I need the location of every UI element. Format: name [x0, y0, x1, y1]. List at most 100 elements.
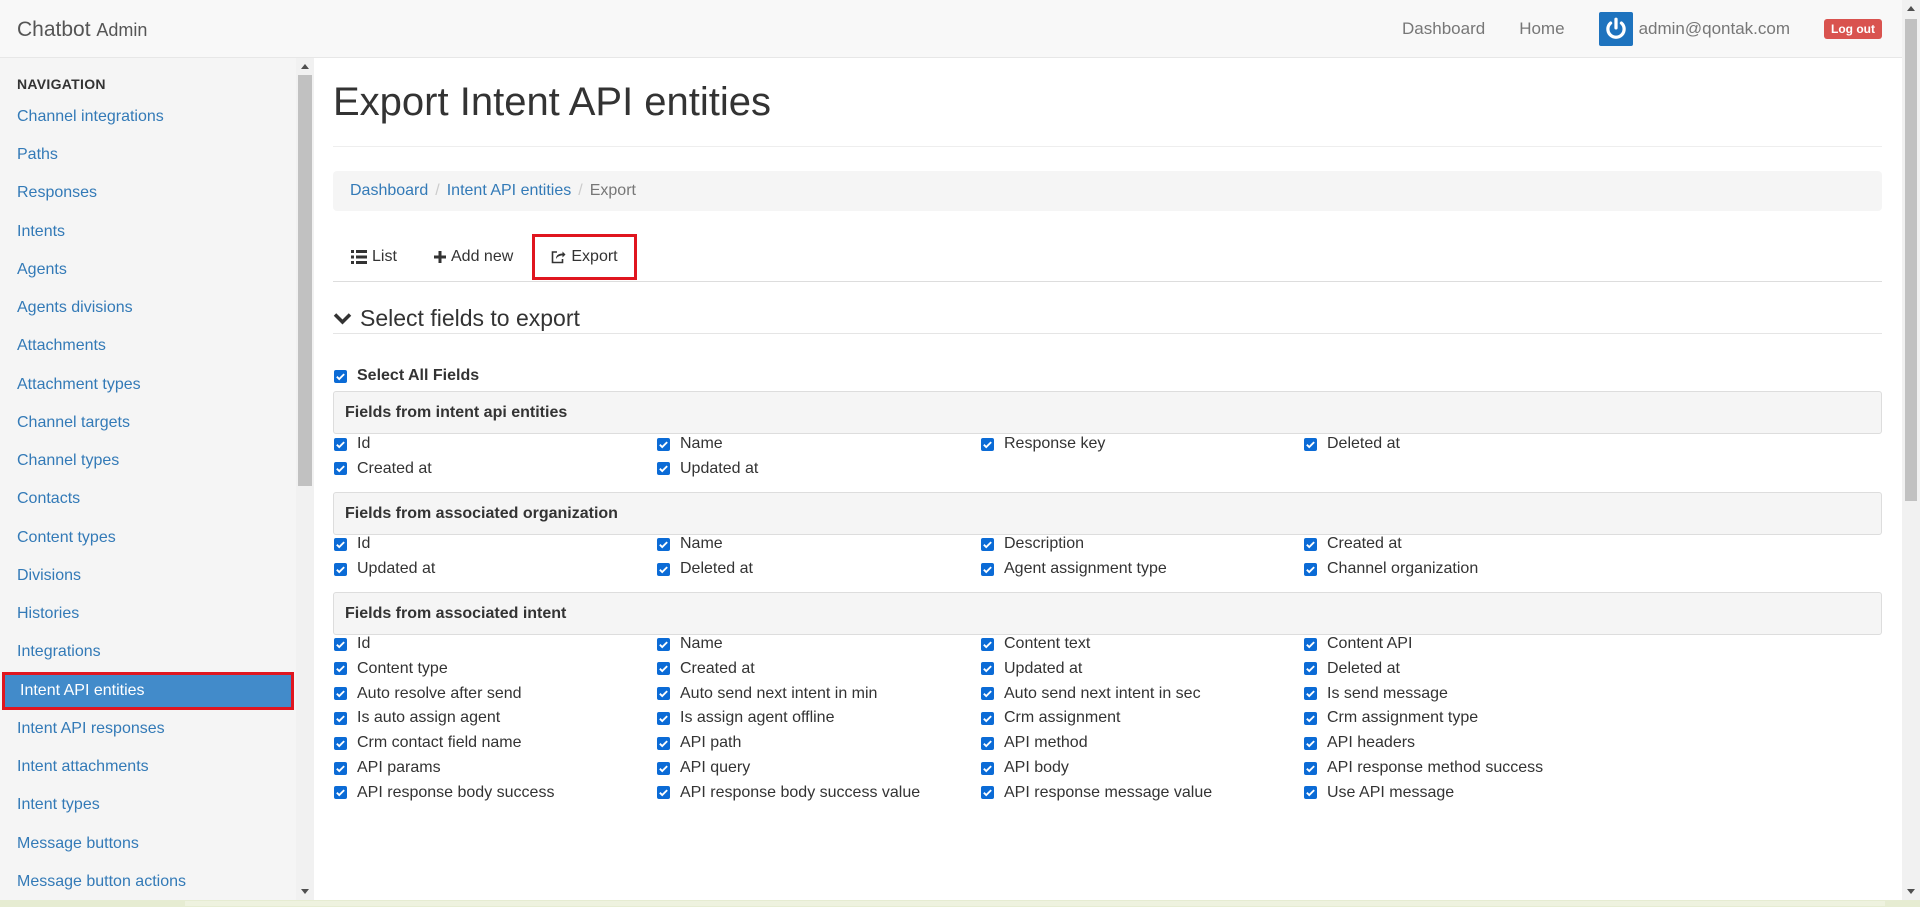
select-fields-toggle[interactable]: Select fields to export	[333, 303, 1882, 334]
field-checkbox[interactable]	[981, 687, 994, 701]
field-auto-send-next-intent-in-sec[interactable]: Auto send next intent in sec	[981, 685, 1201, 703]
field-updated-at[interactable]: Updated at	[981, 660, 1082, 678]
field-checkbox[interactable]	[1304, 761, 1317, 775]
brand[interactable]: Chatbot Admin	[17, 18, 147, 42]
field-checkbox[interactable]	[981, 537, 994, 551]
field-checkbox[interactable]	[657, 437, 670, 451]
field-created-at[interactable]: Created at	[1304, 535, 1402, 553]
field-checkbox[interactable]	[1304, 786, 1317, 800]
field-created-at[interactable]: Created at	[334, 460, 432, 478]
field-api-query[interactable]: API query	[657, 759, 750, 777]
field-deleted-at[interactable]: Deleted at	[1304, 435, 1400, 453]
field-checkbox[interactable]	[334, 662, 347, 676]
sidebar-item-contacts[interactable]: Contacts	[0, 480, 296, 518]
sidebar-item-responses[interactable]: Responses	[0, 174, 296, 212]
field-api-response-method-success[interactable]: API response method success	[1304, 759, 1543, 777]
horizontal-scrollbar[interactable]	[0, 900, 1920, 907]
field-checkbox[interactable]	[334, 462, 347, 475]
field-checkbox[interactable]	[981, 562, 994, 576]
scroll-down-arrow-icon[interactable]	[1907, 889, 1915, 894]
sidebar-item-message-button-actions[interactable]: Message button actions	[0, 863, 296, 900]
field-checkbox[interactable]	[334, 437, 347, 451]
field-name[interactable]: Name	[657, 635, 723, 653]
field-description[interactable]: Description	[981, 535, 1084, 553]
field-content-text[interactable]: Content text	[981, 635, 1090, 653]
field-api-headers[interactable]: API headers	[1304, 734, 1415, 752]
field-checkbox[interactable]	[334, 711, 347, 725]
field-checkbox[interactable]	[334, 537, 347, 551]
field-updated-at[interactable]: Updated at	[657, 460, 758, 478]
field-is-send-message[interactable]: Is send message	[1304, 685, 1448, 703]
sidebar-item-channel-targets[interactable]: Channel targets	[0, 404, 296, 442]
field-checkbox[interactable]	[657, 786, 670, 800]
field-checkbox[interactable]	[657, 662, 670, 676]
breadcrumb-intent-api-entities[interactable]: Intent API entities	[447, 182, 572, 200]
field-checkbox[interactable]	[1304, 637, 1317, 651]
user-email[interactable]: admin@qontak.com	[1639, 19, 1790, 39]
field-checkbox[interactable]	[334, 687, 347, 701]
field-checkbox[interactable]	[1304, 437, 1317, 451]
field-updated-at[interactable]: Updated at	[334, 560, 435, 578]
field-checkbox[interactable]	[657, 562, 670, 576]
sidebar-item-divisions[interactable]: Divisions	[0, 557, 296, 595]
field-checkbox[interactable]	[334, 637, 347, 651]
sidebar-item-intent-types[interactable]: Intent types	[0, 786, 296, 824]
scroll-up-arrow-icon[interactable]	[1907, 6, 1915, 11]
field-checkbox[interactable]	[657, 637, 670, 651]
field-is-auto-assign-agent[interactable]: Is auto assign agent	[334, 709, 500, 727]
nav-dashboard-link[interactable]: Dashboard	[1402, 19, 1485, 39]
tab-export[interactable]: Export	[532, 234, 637, 280]
field-checkbox[interactable]	[981, 786, 994, 800]
field-content-type[interactable]: Content type	[334, 660, 448, 678]
sidebar-item-content-types[interactable]: Content types	[0, 519, 296, 557]
field-crm-assignment[interactable]: Crm assignment	[981, 709, 1120, 727]
avatar[interactable]	[1598, 12, 1633, 46]
field-created-at[interactable]: Created at	[657, 660, 755, 678]
sidebar-item-channel-integrations[interactable]: Channel integrations	[0, 98, 296, 136]
field-checkbox[interactable]	[981, 662, 994, 676]
field-is-assign-agent-offline[interactable]: Is assign agent offline	[657, 709, 834, 727]
sidebar-item-intent-api-responses[interactable]: Intent API responses	[0, 710, 296, 748]
field-checkbox[interactable]	[334, 736, 347, 750]
field-deleted-at[interactable]: Deleted at	[1304, 660, 1400, 678]
sidebar-item-intent-api-entities[interactable]: Intent API entities	[2, 672, 294, 710]
sidebar-item-message-buttons[interactable]: Message buttons	[0, 825, 296, 863]
field-checkbox[interactable]	[1304, 711, 1317, 725]
page-scrollbar-thumb[interactable]	[1905, 19, 1917, 501]
page-scrollbar[interactable]	[1902, 0, 1920, 900]
field-api-body[interactable]: API body	[981, 759, 1069, 777]
sidebar-item-agents[interactable]: Agents	[0, 251, 296, 289]
sidebar-item-attachments[interactable]: Attachments	[0, 327, 296, 365]
sidebar-item-channel-types[interactable]: Channel types	[0, 442, 296, 480]
field-name[interactable]: Name	[657, 435, 723, 453]
field-api-method[interactable]: API method	[981, 734, 1088, 752]
field-channel-organization[interactable]: Channel organization	[1304, 560, 1478, 578]
field-api-response-message-value[interactable]: API response message value	[981, 784, 1212, 802]
nav-home-link[interactable]: Home	[1519, 19, 1564, 39]
sidebar-item-attachment-types[interactable]: Attachment types	[0, 366, 296, 404]
field-deleted-at[interactable]: Deleted at	[657, 560, 753, 578]
field-id[interactable]: Id	[334, 535, 370, 553]
field-checkbox[interactable]	[657, 537, 670, 551]
sidebar-item-intents[interactable]: Intents	[0, 213, 296, 251]
field-checkbox[interactable]	[981, 637, 994, 651]
sidebar-scrollbar[interactable]	[296, 58, 314, 900]
field-api-response-body-success[interactable]: API response body success	[334, 784, 554, 802]
field-checkbox[interactable]	[981, 761, 994, 775]
horizontal-scrollbar-thumb[interactable]	[185, 901, 1885, 906]
field-use-api-message[interactable]: Use API message	[1304, 784, 1454, 802]
field-checkbox[interactable]	[1304, 537, 1317, 551]
field-checkbox[interactable]	[981, 711, 994, 725]
field-checkbox[interactable]	[1304, 662, 1317, 676]
field-checkbox[interactable]	[657, 761, 670, 775]
field-content-api[interactable]: Content API	[1304, 635, 1412, 653]
select-all-fields[interactable]: Select All Fields	[334, 367, 479, 385]
field-api-path[interactable]: API path	[657, 734, 741, 752]
field-api-params[interactable]: API params	[334, 759, 441, 777]
field-response-key[interactable]: Response key	[981, 435, 1105, 453]
breadcrumb-dashboard[interactable]: Dashboard	[350, 182, 428, 200]
select-all-checkbox[interactable]	[334, 369, 347, 383]
field-checkbox[interactable]	[1304, 687, 1317, 701]
field-id[interactable]: Id	[334, 435, 370, 453]
field-name[interactable]: Name	[657, 535, 723, 553]
